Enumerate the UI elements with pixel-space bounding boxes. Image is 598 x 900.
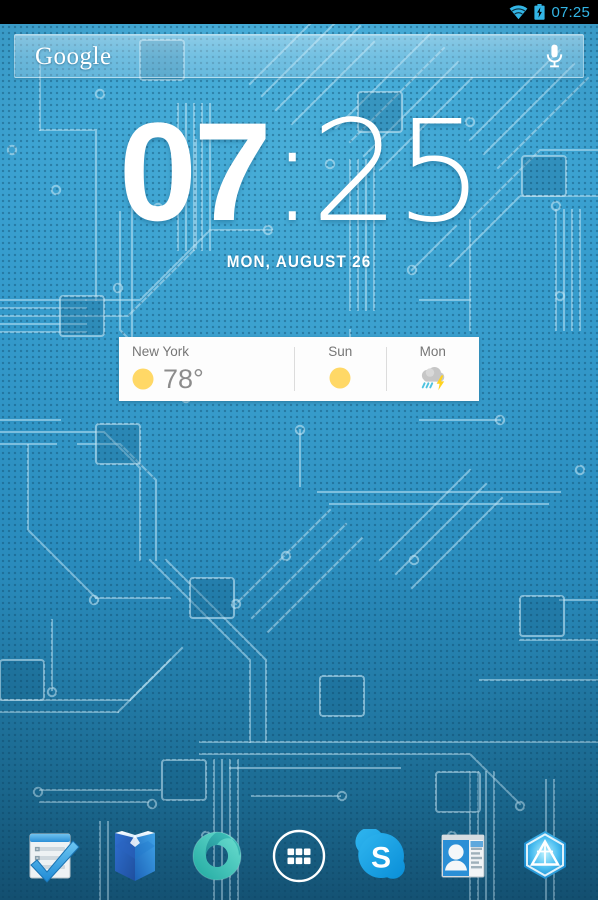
contacts-app-icon[interactable] [432, 825, 494, 887]
svg-text:S: S [371, 842, 391, 875]
ring-app-icon[interactable] [186, 825, 248, 887]
status-bar[interactable]: 07:25 [0, 0, 598, 24]
sunny-icon [132, 368, 154, 390]
skype-app-icon[interactable]: S [350, 825, 412, 887]
battery-charging-icon [534, 4, 546, 20]
weather-widget[interactable]: New York 78° Sun Mon [119, 337, 479, 401]
clock-minute: :25 [268, 91, 484, 254]
google-search-bar[interactable]: Google [14, 34, 584, 78]
status-bar-clock: 07:25 [551, 3, 590, 21]
app-drawer-button[interactable] [268, 825, 330, 887]
thunderstorm-icon [418, 366, 448, 391]
microphone-icon[interactable] [546, 44, 563, 69]
google-logo: Google [35, 42, 112, 70]
wifi-icon [509, 4, 528, 20]
clock-date: MON, AUGUST 26 [226, 251, 372, 271]
weather-day-label: Mon [419, 344, 446, 359]
weather-current[interactable]: New York 78° [119, 337, 294, 401]
weather-forecast-day-sun[interactable]: Sun [294, 337, 387, 401]
weather-city: New York [132, 344, 190, 359]
dock: S [0, 812, 598, 900]
tasks-app-icon[interactable] [22, 825, 84, 887]
weather-current-row: 78° [132, 363, 294, 394]
clock-widget[interactable]: 07:25 MON, AUGUST 26 [0, 102, 598, 272]
weather-day-label: Sun [328, 344, 353, 359]
clock-hour: 07 [118, 93, 272, 250]
sunny-icon [329, 367, 351, 389]
weather-forecast-day-mon[interactable]: Mon [387, 337, 480, 401]
weather-current-temp: 78° [163, 363, 204, 394]
ingress-app-icon[interactable] [514, 825, 576, 887]
play-books-app-icon[interactable] [104, 825, 166, 887]
clock-time: 07:25 [0, 102, 598, 243]
